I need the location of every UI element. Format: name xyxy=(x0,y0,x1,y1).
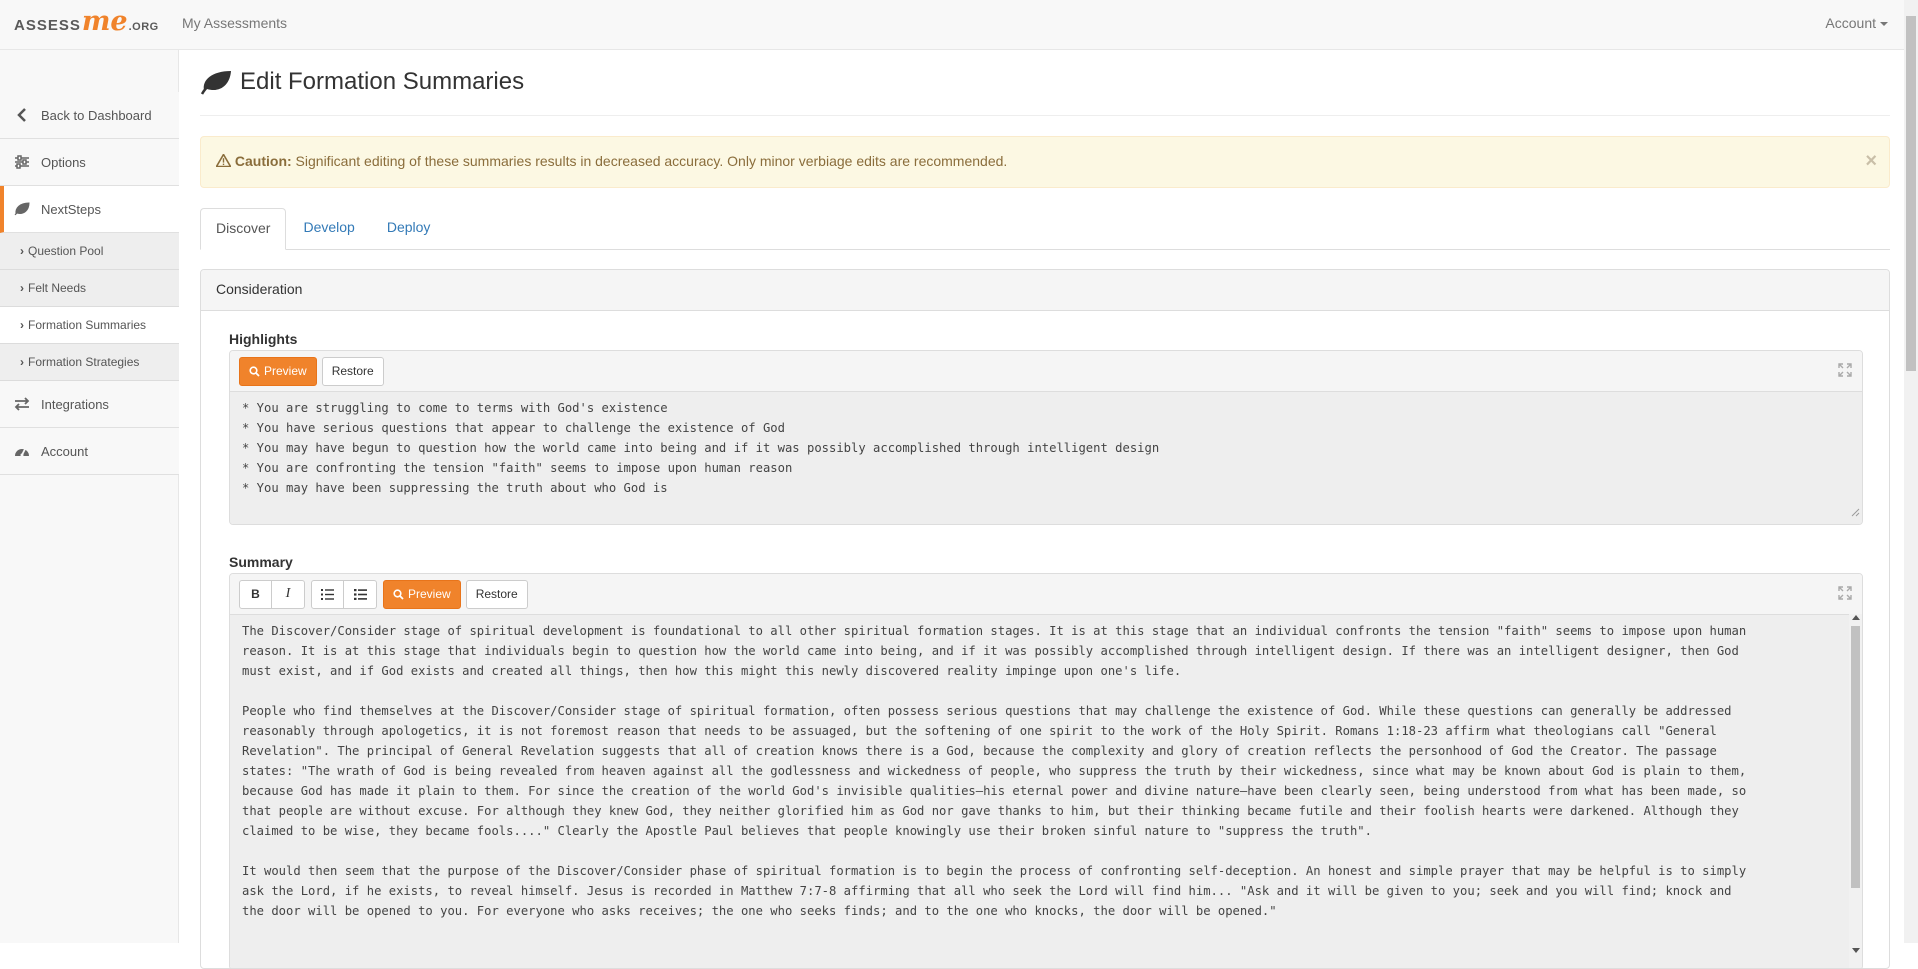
tab-discover[interactable]: Discover xyxy=(200,208,287,250)
summary-label: Summary xyxy=(229,554,293,570)
list-ul-icon xyxy=(321,588,334,600)
tab-develop[interactable]: Develop xyxy=(288,208,369,250)
sidebar-subitem-formation-summaries[interactable]: › Formation Summaries xyxy=(0,307,179,344)
nav-account-label: Account xyxy=(1825,15,1876,31)
consideration-panel: Consideration Highlights Preview Restore… xyxy=(200,269,1890,969)
sidebar-subitem-label: Question Pool xyxy=(28,244,104,258)
sidebar-subitem-felt-needs[interactable]: › Felt Needs xyxy=(0,270,179,307)
scroll-up-arrow-icon[interactable] xyxy=(1852,615,1860,620)
sidebar-subitem-label: Felt Needs xyxy=(28,281,87,295)
brand-logo-part3: .ORG xyxy=(128,21,159,33)
sidebar-item-options[interactable]: Options xyxy=(0,139,179,186)
nav-account-dropdown[interactable]: Account xyxy=(1825,15,1888,31)
bold-button[interactable]: B xyxy=(239,579,272,609)
summary-toolbar: B I Preview Restore xyxy=(230,574,1862,615)
search-icon xyxy=(249,365,260,377)
summary-preview-button[interactable]: Preview xyxy=(383,579,461,609)
sliders-icon xyxy=(13,153,31,171)
scrollbar-thumb[interactable] xyxy=(1851,626,1860,888)
preview-label: Preview xyxy=(264,364,307,378)
sidebar-subitem-formation-strategies[interactable]: › Formation Strategies xyxy=(0,344,179,381)
list-button-group xyxy=(311,579,377,609)
caution-alert: Caution: Significant editing of these su… xyxy=(200,136,1890,188)
sidebar-subitem-label: Formation Strategies xyxy=(28,355,140,369)
italic-button[interactable]: I xyxy=(272,579,305,609)
list-ol-icon xyxy=(353,588,367,600)
sidebar-subitem-question-pool[interactable]: › Question Pool xyxy=(0,233,179,270)
unordered-list-button[interactable] xyxy=(311,579,344,609)
page-scrollbar[interactable] xyxy=(1904,0,1918,943)
warning-icon xyxy=(215,152,235,169)
resize-handle-icon[interactable] xyxy=(1851,504,1860,522)
summary-editor: B I Preview Restore The Discover/Conside… xyxy=(229,573,1863,968)
sidebar-item-account[interactable]: Account xyxy=(0,428,179,475)
alert-message: Significant editing of these summaries r… xyxy=(291,153,1008,169)
highlights-restore-button[interactable]: Restore xyxy=(321,356,384,386)
sidebar-item-label: Integrations xyxy=(41,396,109,412)
scroll-down-arrow-icon[interactable] xyxy=(1852,948,1860,953)
summary-textarea[interactable]: The Discover/Consider stage of spiritual… xyxy=(230,615,1862,968)
sidebar-item-label: NextSteps xyxy=(41,201,101,217)
tab-deploy[interactable]: Deploy xyxy=(372,208,446,250)
sidebar-item-integrations[interactable]: Integrations xyxy=(0,381,179,428)
panel-heading: Consideration xyxy=(201,270,1889,311)
chevron-right-icon: › xyxy=(20,355,24,369)
chevron-right-icon: › xyxy=(20,244,24,258)
brand-logo-part2: me xyxy=(81,6,128,37)
highlights-label: Highlights xyxy=(229,331,298,347)
format-button-group: B I xyxy=(239,579,305,609)
search-icon xyxy=(393,588,404,600)
chevron-left-icon xyxy=(13,106,31,124)
nav-my-assessments[interactable]: My Assessments xyxy=(182,15,287,31)
sidebar-item-back-to-dashboard[interactable]: Back to Dashboard xyxy=(0,92,179,139)
sidebar-item-label: Account xyxy=(41,443,88,459)
chevron-right-icon: › xyxy=(20,281,24,295)
page-title-text: Edit Formation Summaries xyxy=(240,68,525,95)
highlights-editor: Preview Restore * You are struggling to … xyxy=(229,350,1863,525)
preview-label: Preview xyxy=(408,587,451,601)
dashboard-gauge-icon xyxy=(13,442,31,460)
leaf-icon xyxy=(200,69,232,95)
fullscreen-icon[interactable] xyxy=(1838,363,1852,382)
close-icon[interactable]: × xyxy=(1865,150,1877,173)
sidebar-item-label: Back to Dashboard xyxy=(41,107,152,123)
caret-down-icon xyxy=(1880,22,1888,27)
exchange-icon xyxy=(13,395,31,413)
highlights-textarea[interactable]: * You are struggling to come to terms wi… xyxy=(230,392,1862,524)
sidebar-item-label: Options xyxy=(41,154,86,170)
fullscreen-icon[interactable] xyxy=(1838,586,1852,605)
page-scrollbar-thumb[interactable] xyxy=(1906,16,1916,371)
summary-restore-button[interactable]: Restore xyxy=(465,579,528,609)
highlights-preview-button[interactable]: Preview xyxy=(239,356,317,386)
sidebar: Back to Dashboard Options NextSteps › Qu… xyxy=(0,50,179,943)
summary-scrollbar[interactable] xyxy=(1849,614,1862,968)
brand-logo-part1: ASSESS xyxy=(14,17,81,34)
highlights-toolbar: Preview Restore xyxy=(230,351,1862,392)
alert-title: Caution: xyxy=(234,153,292,169)
chevron-right-icon: › xyxy=(20,318,24,332)
tab-bar: Discover Develop Deploy xyxy=(200,208,1890,250)
brand-logo[interactable]: ASSESS me .ORG xyxy=(14,6,159,38)
sidebar-subitem-label: Formation Summaries xyxy=(28,318,147,332)
ordered-list-button[interactable] xyxy=(344,579,377,609)
sidebar-item-nextsteps[interactable]: NextSteps xyxy=(0,186,179,233)
leaf-icon xyxy=(13,200,31,218)
page-title: Edit Formation Summaries xyxy=(200,68,524,96)
top-navbar: ASSESS me .ORG My Assessments Account xyxy=(0,0,1918,50)
